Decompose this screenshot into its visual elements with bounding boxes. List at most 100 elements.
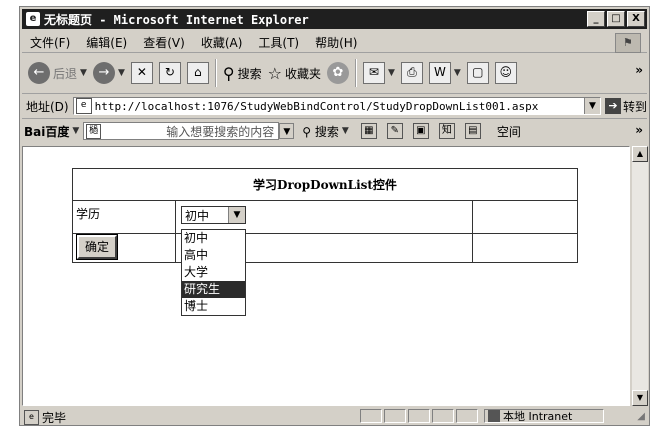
confirm-button[interactable]: 确定 — [76, 234, 118, 260]
address-dropdown-button[interactable]: ▼ — [583, 98, 600, 114]
status-panes — [360, 409, 480, 423]
print-button[interactable]: ⎙ — [400, 62, 423, 84]
status-pane — [456, 409, 478, 423]
title-bar: e 无标题页 - Microsoft Internet Explorer _ □… — [22, 9, 647, 29]
empty-cell — [472, 233, 578, 263]
status-pane — [408, 409, 430, 423]
go-button[interactable]: ➔ 转到 — [604, 98, 647, 115]
news-icon[interactable]: ▦ — [360, 123, 377, 139]
address-input[interactable]: e http://localhost:1076/StudyWebBindCont… — [72, 97, 601, 115]
mail-button[interactable]: ✉ ▼ — [362, 62, 395, 84]
windows-flag-icon: ⚑ — [615, 33, 641, 53]
refresh-button[interactable]: ↻ — [158, 62, 181, 84]
baidu-search-button[interactable]: ⚲ 搜索 — [302, 123, 339, 140]
window-title: 无标题页 - Microsoft Internet Explorer — [44, 12, 309, 27]
input-mode-icon: 檛 — [86, 123, 102, 139]
word-icon: W — [428, 62, 451, 84]
chevron-down-icon: ▼ — [80, 68, 87, 78]
print-icon: ⎙ — [400, 62, 423, 84]
status-pane — [360, 409, 382, 423]
status-bar: e 完毕 本地 Intranet ◢ — [22, 409, 647, 425]
address-label: 地址(D) — [26, 99, 69, 114]
menu-bar: 文件(F) 编辑(E) 查看(V) 收藏(A) 工具(T) 帮助(H) ⚑ — [22, 32, 647, 53]
edit-button[interactable]: W ▼ — [428, 62, 461, 84]
dropdown-option[interactable]: 博士 — [182, 298, 245, 315]
search-icon: ⚲ — [222, 63, 235, 83]
favorites-label: 收藏夹 — [284, 66, 321, 81]
baidu-dropdown-button[interactable]: ▼ — [279, 123, 295, 139]
search-label: 搜索 — [237, 66, 262, 81]
baidu-logo[interactable]: Bai百度 — [24, 123, 69, 140]
education-dropdown[interactable]: 初中 ▼ — [181, 206, 246, 224]
resize-grip-icon[interactable]: ◢ — [637, 411, 645, 422]
baidu-search-label: 搜索 — [314, 124, 339, 139]
browser-window: e 无标题页 - Microsoft Internet Explorer _ □… — [19, 6, 650, 426]
page-icon: e — [75, 98, 92, 114]
media-button[interactable]: ✿ — [326, 62, 349, 84]
maximize-button[interactable]: □ — [607, 11, 625, 27]
zone-label: 本地 Intranet — [503, 410, 573, 423]
page-done-icon: e — [24, 409, 39, 425]
chevron-down-icon[interactable]: ▼ — [342, 126, 349, 136]
dropdown-option[interactable]: 大学 — [182, 264, 245, 281]
minimize-button[interactable]: _ — [587, 11, 605, 27]
chevron-down-icon[interactable]: ▼ — [228, 207, 245, 223]
home-icon: ⌂ — [186, 62, 209, 84]
empty-cell — [472, 200, 578, 234]
menu-file[interactable]: 文件(F) — [22, 34, 78, 51]
status-pane — [432, 409, 454, 423]
menu-view[interactable]: 查看(V) — [135, 34, 193, 51]
scroll-up-button[interactable]: ▲ — [632, 146, 648, 162]
mail-icon: ✉ — [362, 62, 385, 84]
intranet-icon — [488, 410, 500, 422]
menu-edit[interactable]: 编辑(E) — [78, 34, 135, 51]
magnifier-icon: ⚲ — [302, 124, 312, 139]
stop-button[interactable]: ✕ — [130, 62, 153, 84]
knowledge-icon[interactable]: 知 — [438, 123, 455, 139]
messenger-button[interactable]: ☺ — [494, 62, 517, 84]
discuss-button[interactable]: ▢ — [466, 62, 489, 84]
address-url: http://localhost:1076/StudyWebBindContro… — [94, 99, 539, 113]
menu-favorites[interactable]: 收藏(A) — [193, 34, 251, 51]
standard-toolbar: ← 后退 ▼ → ▼ ✕ ↻ ⌂ ⚲ 搜索 ☆ 收藏夹 ✿ ✉ ▼ ⎙ W ▼ — [22, 53, 647, 94]
chevron-down-icon: ▼ — [387, 68, 395, 78]
chevron-down-icon: ▼ — [453, 68, 461, 78]
post-icon[interactable]: ✎ — [386, 123, 403, 139]
grid-icon[interactable]: ▤ — [464, 123, 481, 139]
back-arrow-icon: ← — [28, 62, 50, 84]
baidu-overflow-button[interactable]: » — [635, 123, 643, 137]
favorites-button[interactable]: ☆ 收藏夹 — [268, 64, 321, 83]
close-button[interactable]: X — [627, 11, 645, 27]
refresh-icon: ↻ — [158, 62, 181, 84]
dropdown-list: 初中 高中 大学 研究生 博士 — [181, 229, 246, 316]
forward-arrow-icon: → — [92, 62, 115, 84]
home-button[interactable]: ⌂ — [186, 62, 209, 84]
status-text: 完毕 — [42, 410, 67, 425]
scroll-down-button[interactable]: ▼ — [632, 390, 648, 406]
page-caption: 学习DropDownList控件 — [72, 168, 578, 201]
vertical-scrollbar[interactable]: ▲ ▼ — [632, 146, 648, 406]
menu-tools[interactable]: 工具(T) — [250, 34, 307, 51]
security-zone: 本地 Intranet — [484, 409, 604, 423]
dropdown-value: 初中 — [185, 208, 210, 223]
toolbar-separator — [354, 59, 357, 87]
chevron-down-icon: ▼ — [117, 68, 125, 78]
media-icon: ✿ — [326, 62, 349, 84]
back-button[interactable]: ← 后退 ▼ — [28, 62, 87, 84]
toolbar-separator — [214, 59, 217, 87]
go-label: 转到 — [622, 99, 647, 114]
dropdown-option[interactable]: 高中 — [182, 247, 245, 264]
dropdown-option-highlighted[interactable]: 研究生 — [182, 281, 245, 298]
forward-button[interactable]: → ▼ — [92, 62, 125, 84]
baidu-search-input[interactable]: 檛 输入想要搜索的内容 — [83, 122, 280, 140]
image-icon[interactable]: ▣ — [412, 123, 429, 139]
chevron-down-icon[interactable]: ▼ — [72, 126, 79, 136]
baidu-placeholder: 输入想要搜索的内容 — [166, 124, 275, 139]
dropdown-option[interactable]: 初中 — [182, 230, 245, 247]
messenger-icon: ☺ — [494, 62, 517, 84]
menu-help[interactable]: 帮助(H) — [307, 34, 365, 51]
search-button[interactable]: ⚲ 搜索 — [223, 64, 262, 83]
baidu-space-button[interactable]: 空间 — [497, 123, 521, 140]
toolbar-overflow-button[interactable]: » — [635, 63, 643, 77]
stop-icon: ✕ — [130, 62, 153, 84]
